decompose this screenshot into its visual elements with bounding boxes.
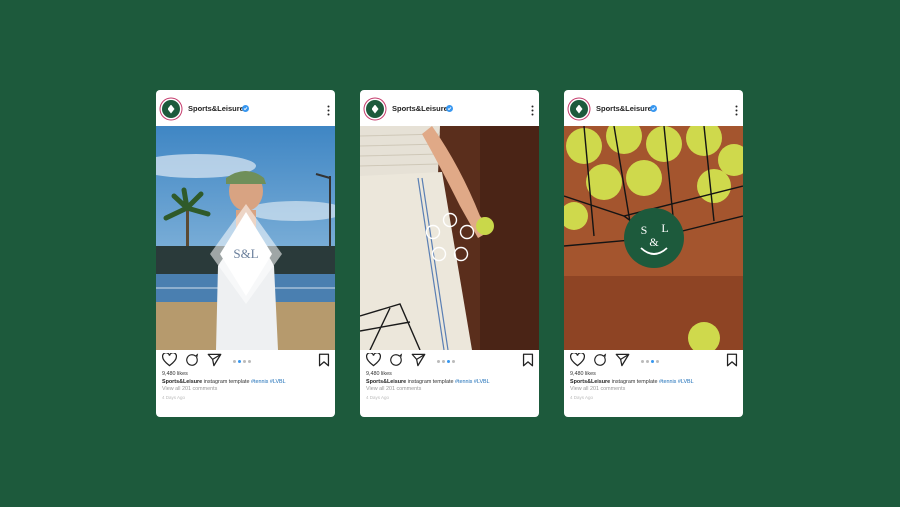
carousel-dot xyxy=(447,360,450,363)
caption-text: instagram template xyxy=(611,378,658,385)
instagram-post-card: Sports&Leisure xyxy=(156,90,335,417)
view-comments-link[interactable]: View all 201 comments xyxy=(366,386,490,394)
caption: Sports&Leisure instagram template #tenni… xyxy=(162,379,286,387)
logo-diamond-icon xyxy=(575,104,583,114)
hashtags[interactable]: #tennis #LVBL xyxy=(251,379,286,385)
post-actions xyxy=(156,353,335,369)
comment-icon[interactable] xyxy=(389,353,403,367)
carousel-dot xyxy=(238,360,241,363)
instagram-post-card: Sports&Leisure S L & 9,480 likes Sports&… xyxy=(564,90,743,417)
post-image[interactable]: S L & xyxy=(564,126,743,350)
more-icon[interactable] xyxy=(327,105,330,116)
carousel-dot xyxy=(646,360,649,363)
post-actions xyxy=(360,353,539,369)
bookmark-icon[interactable] xyxy=(726,353,738,367)
post-header: Sports&Leisure xyxy=(564,90,743,126)
carousel-dot xyxy=(651,360,654,363)
instagram-post-card: Sports&Leisure xyxy=(360,90,539,417)
carousel-dot xyxy=(437,360,440,363)
share-icon[interactable] xyxy=(615,353,630,367)
username[interactable]: Sports&Leisure xyxy=(596,104,652,113)
caption-user[interactable]: Sports&Leisure xyxy=(162,379,202,385)
caption-user[interactable]: Sports&Leisure xyxy=(366,379,406,385)
carousel-dots xyxy=(437,360,455,363)
avatar[interactable] xyxy=(570,100,588,118)
like-count[interactable]: 9,480 likes xyxy=(570,371,694,379)
logo-diamond-icon xyxy=(371,104,379,114)
hashtags[interactable]: #tennis #LVBL xyxy=(455,379,490,385)
svg-text:L: L xyxy=(661,221,668,235)
carousel-dot xyxy=(248,360,251,363)
carousel-dots xyxy=(233,360,251,363)
bookmark-icon[interactable] xyxy=(318,353,330,367)
verified-icon xyxy=(650,105,657,112)
avatar[interactable] xyxy=(366,100,384,118)
carousel-dots xyxy=(641,360,659,363)
post-meta: 9,480 likes Sports&Leisure instagram tem… xyxy=(162,371,286,401)
avatar[interactable] xyxy=(162,100,180,118)
heart-icon[interactable] xyxy=(162,353,177,367)
carousel-dot xyxy=(233,360,236,363)
svg-text:S: S xyxy=(641,223,648,237)
like-count[interactable]: 9,480 likes xyxy=(366,371,490,379)
heart-icon[interactable] xyxy=(366,353,381,367)
post-time: 4 Days Ago xyxy=(162,394,186,400)
svg-text:&: & xyxy=(649,235,659,249)
post-meta: 9,480 likes Sports&Leisure instagram tem… xyxy=(366,371,490,401)
carousel-dot xyxy=(641,360,644,363)
carousel-dot xyxy=(656,360,659,363)
more-icon[interactable] xyxy=(735,105,738,116)
caption: Sports&Leisure instagram template #tenni… xyxy=(570,379,694,387)
like-count[interactable]: 9,480 likes xyxy=(162,371,286,379)
post-image[interactable]: S&L xyxy=(156,126,335,350)
carousel-dot xyxy=(243,360,246,363)
caption-text: instagram template xyxy=(203,378,250,385)
more-icon[interactable] xyxy=(531,105,534,116)
post-header: Sports&Leisure xyxy=(156,90,335,126)
caption-text: instagram template xyxy=(407,378,454,385)
username[interactable]: Sports&Leisure xyxy=(392,104,448,113)
logo-diamond-icon xyxy=(167,104,175,114)
post-meta: 9,480 likes Sports&Leisure instagram tem… xyxy=(570,371,694,401)
post-actions xyxy=(564,353,743,369)
share-icon[interactable] xyxy=(411,353,426,367)
view-comments-link[interactable]: View all 201 comments xyxy=(570,386,694,394)
caption-user[interactable]: Sports&Leisure xyxy=(570,379,610,385)
monogram-text: S&L xyxy=(233,246,258,261)
caption: Sports&Leisure instagram template #tenni… xyxy=(366,379,490,387)
view-comments-link[interactable]: View all 201 comments xyxy=(162,386,286,394)
verified-icon xyxy=(446,105,453,112)
comment-icon[interactable] xyxy=(593,353,607,367)
share-icon[interactable] xyxy=(207,353,222,367)
post-time: 4 Days Ago xyxy=(570,394,594,400)
username[interactable]: Sports&Leisure xyxy=(188,104,244,113)
carousel-dot xyxy=(452,360,455,363)
post-time: 4 Days Ago xyxy=(366,394,390,400)
post-image[interactable] xyxy=(360,126,539,350)
hashtags[interactable]: #tennis #LVBL xyxy=(659,379,694,385)
heart-icon[interactable] xyxy=(570,353,585,367)
bookmark-icon[interactable] xyxy=(522,353,534,367)
comment-icon[interactable] xyxy=(185,353,199,367)
verified-icon xyxy=(242,105,249,112)
post-header: Sports&Leisure xyxy=(360,90,539,126)
carousel-dot xyxy=(442,360,445,363)
